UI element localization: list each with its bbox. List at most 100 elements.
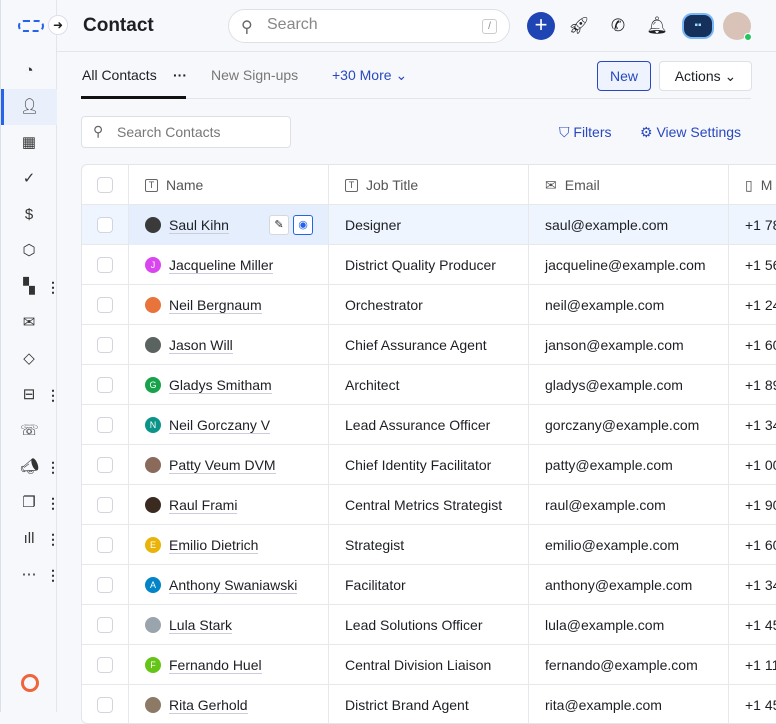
avatar bbox=[145, 337, 161, 353]
table-row[interactable]: Neil Bergnaum Orchestrator neil@example.… bbox=[82, 285, 776, 325]
table-row[interactable]: Patty Veum DVM Chief Identity Facilitato… bbox=[82, 445, 776, 485]
global-search[interactable]: ⚲ / bbox=[228, 9, 510, 43]
table-row[interactable]: Saul Kihn ✎ ◉ Designer saul@example.com +1… bbox=[82, 205, 776, 245]
global-search-input[interactable] bbox=[267, 16, 467, 34]
contact-name-link[interactable]: Anthony Swaniawski bbox=[169, 577, 298, 594]
row-checkbox[interactable] bbox=[97, 537, 113, 553]
contact-name-link[interactable]: Lula Stark bbox=[169, 617, 233, 634]
row-checkbox[interactable] bbox=[97, 377, 113, 393]
sidebar-item-tickets[interactable]: ◇ bbox=[1, 341, 57, 377]
job-title-cell: Strategist bbox=[329, 525, 529, 565]
contact-name-link[interactable]: Jason Will bbox=[169, 337, 233, 354]
row-checkbox[interactable] bbox=[97, 617, 113, 633]
row-checkbox[interactable] bbox=[97, 297, 113, 313]
filters-button[interactable]: ⛉ Filters bbox=[559, 124, 612, 141]
table-row[interactable]: Raul Frami Central Metrics Strategist ra… bbox=[82, 485, 776, 525]
contact-name-link[interactable]: Patty Veum DVM bbox=[169, 457, 276, 474]
help-icon[interactable] bbox=[21, 674, 39, 692]
table-row[interactable]: N Neil Gorczany V Lead Assurance Officer … bbox=[82, 405, 776, 445]
contact-name-link[interactable]: Gladys Smitham bbox=[169, 377, 272, 394]
tab-new-sign-ups[interactable]: New Sign-ups bbox=[211, 67, 298, 83]
logo bbox=[18, 20, 44, 32]
sidebar-item-inbox[interactable]: ⊟ ⋮ bbox=[1, 377, 60, 413]
avatar bbox=[145, 217, 161, 233]
sidebar-item-tasks[interactable]: ✓ bbox=[1, 161, 57, 197]
table-row[interactable]: A Anthony Swaniawski Facilitator anthony@… bbox=[82, 565, 776, 605]
new-button[interactable]: New bbox=[597, 61, 651, 91]
tab-all-contacts[interactable]: All Contacts bbox=[82, 67, 157, 83]
row-checkbox[interactable] bbox=[97, 217, 113, 233]
contact-name-link[interactable]: Neil Bergnaum bbox=[169, 297, 262, 314]
job-title-cell: Architect bbox=[329, 365, 529, 405]
tasks-icon: ✓ bbox=[22, 170, 36, 187]
select-all-checkbox[interactable] bbox=[97, 177, 113, 193]
tab-more[interactable]: +30 More ⌄ bbox=[332, 67, 407, 84]
user-avatar[interactable] bbox=[723, 12, 752, 41]
sidebar-item-email[interactable]: ✉ bbox=[1, 305, 57, 341]
table-row[interactable]: G Gladys Smitham Architect gladys@example… bbox=[82, 365, 776, 405]
sidebar-item-contacts[interactable]: 👤︎ bbox=[1, 89, 57, 125]
contact-name-link[interactable]: Rita Gerhold bbox=[169, 697, 248, 714]
table-row[interactable]: F Fernando Huel Central Division Liaison … bbox=[82, 645, 776, 685]
tab-menu-icon[interactable]: ··· bbox=[173, 67, 187, 83]
more-options-icon[interactable]: ⋮ bbox=[46, 387, 60, 404]
phone-cell: +1 00 bbox=[745, 457, 776, 473]
more-icon: ⋯ bbox=[21, 566, 37, 583]
view-settings-button[interactable]: ⚙ View Settings bbox=[640, 124, 741, 141]
rocket-icon[interactable]: 🚀︎ bbox=[565, 12, 593, 40]
column-name[interactable]: T Name bbox=[129, 165, 329, 205]
contact-name-link[interactable]: Fernando Huel bbox=[169, 657, 262, 674]
expand-sidebar-button[interactable]: ➜ bbox=[48, 15, 68, 35]
column-email[interactable]: ✉ Email bbox=[529, 165, 729, 205]
sidebar-item-dashboard[interactable]: ◔ bbox=[1, 53, 57, 89]
table-row[interactable]: Jason Will Chief Assurance Agent janson@… bbox=[82, 325, 776, 365]
contact-name-link[interactable]: Raul Frami bbox=[169, 497, 238, 514]
more-options-icon[interactable]: ⋮ bbox=[46, 531, 60, 548]
sidebar-item-reports[interactable]: ıll ⋮ bbox=[1, 521, 60, 557]
row-checkbox[interactable] bbox=[97, 257, 113, 273]
table-row[interactable]: E Emilio Dietrich Strategist emilio@examp… bbox=[82, 525, 776, 565]
email-cell: saul@example.com bbox=[529, 205, 729, 245]
column-mobile[interactable]: ▯ M bbox=[729, 165, 776, 205]
sidebar-item-deals[interactable]: $ bbox=[1, 197, 57, 233]
contact-name-link[interactable]: Saul Kihn bbox=[169, 217, 229, 234]
phone-off-icon[interactable]: ✆ bbox=[604, 12, 632, 40]
table-row[interactable]: Lula Stark Lead Solutions Officer lula@e… bbox=[82, 605, 776, 645]
contact-name-link[interactable]: Jacqueline Miller bbox=[169, 257, 274, 274]
bell-icon[interactable]: 🔔︎ bbox=[643, 12, 671, 40]
sidebar-item-campaigns[interactable]: 📣︎ ⋮ bbox=[1, 449, 60, 485]
sidebar-item-companies[interactable]: ▦ bbox=[1, 125, 57, 161]
tickets-icon: ◇ bbox=[23, 350, 35, 367]
table-row[interactable]: Rita Gerhold District Brand Agent rita@e… bbox=[82, 685, 776, 723]
row-checkbox[interactable] bbox=[97, 657, 113, 673]
sidebar-item-calls[interactable]: ☏ bbox=[1, 413, 57, 449]
email-cell: jacqueline@example.com bbox=[529, 245, 729, 285]
row-checkbox[interactable] bbox=[97, 457, 113, 473]
row-checkbox[interactable] bbox=[97, 577, 113, 593]
contact-search[interactable]: ⚲ bbox=[81, 116, 291, 148]
row-checkbox[interactable] bbox=[97, 497, 113, 513]
more-options-icon[interactable]: ⋮ bbox=[46, 495, 60, 512]
sidebar-item-conversations[interactable]: ❐ ⋮ bbox=[1, 485, 60, 521]
edit-icon[interactable]: ✎ bbox=[269, 215, 289, 235]
column-job-title[interactable]: T Job Title bbox=[329, 165, 529, 205]
chevron-down-icon: ⌄ bbox=[395, 67, 408, 83]
contact-name-link[interactable]: Emilio Dietrich bbox=[169, 537, 259, 554]
more-options-icon[interactable]: ⋮ bbox=[46, 279, 60, 296]
contact-name-link[interactable]: Neil Gorczany V bbox=[169, 417, 271, 434]
contact-search-input[interactable] bbox=[117, 124, 277, 140]
more-options-icon[interactable]: ⋮ bbox=[46, 459, 60, 476]
avatar bbox=[145, 697, 161, 713]
view-icon[interactable]: ◉ bbox=[293, 215, 313, 235]
create-button[interactable]: + bbox=[527, 12, 555, 40]
sidebar-item-products[interactable]: ⬡ bbox=[1, 233, 57, 269]
actions-button[interactable]: Actions ⌄ bbox=[659, 61, 752, 91]
sidebar-item-apps[interactable]: ▚ ⋮ bbox=[1, 269, 60, 305]
ai-assistant-icon[interactable]: ▪▪ bbox=[684, 15, 712, 37]
table-row[interactable]: J Jacqueline Miller District Quality Prod… bbox=[82, 245, 776, 285]
row-checkbox[interactable] bbox=[97, 697, 113, 713]
more-options-icon[interactable]: ⋮ bbox=[46, 567, 60, 584]
sidebar-item-more[interactable]: ⋯ ⋮ bbox=[1, 557, 61, 593]
row-checkbox[interactable] bbox=[97, 417, 113, 433]
row-checkbox[interactable] bbox=[97, 337, 113, 353]
